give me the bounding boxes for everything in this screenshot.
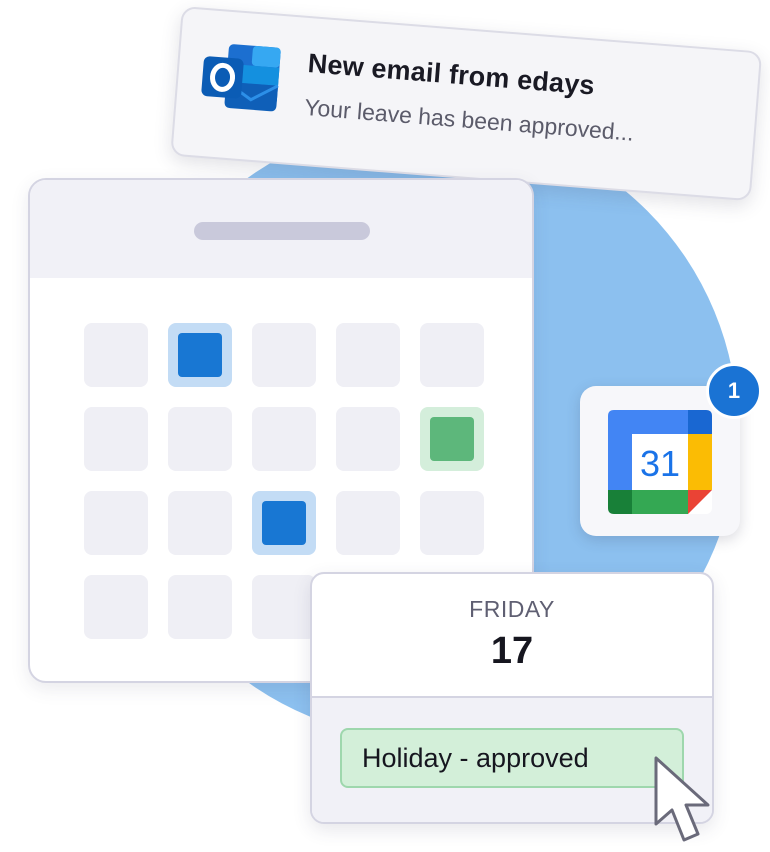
calendar-day-cell[interactable] [168,407,232,471]
calendar-day-cell[interactable] [336,491,400,555]
calendar-day-cell[interactable] [336,407,400,471]
mouse-cursor-icon [654,756,710,842]
calendar-day-cell[interactable] [84,575,148,639]
calendar-day-cell[interactable] [252,407,316,471]
calendar-day-cell-selected-green[interactable] [420,407,484,471]
leave-status-badge[interactable]: Holiday - approved [340,728,684,788]
notification-body: Your leave has been approved... [303,93,635,146]
google-calendar-day: 31 [640,443,680,484]
calendar-day-cell[interactable] [252,575,316,639]
notification-title: New email from edays [306,48,596,101]
calendar-day-cell-selected-blue[interactable] [252,491,316,555]
calendar-day-cell[interactable] [420,491,484,555]
calendar-day-cell[interactable] [84,323,148,387]
calendar-day-cell[interactable] [168,491,232,555]
calendar-day-cell[interactable] [168,575,232,639]
calendar-day-cell[interactable] [420,323,484,387]
calendar-day-cell[interactable] [252,323,316,387]
calendar-day-cell-selected-blue[interactable] [168,323,232,387]
day-weekday: FRIDAY [469,596,555,622]
notification-count-badge: 1 [706,363,762,419]
outlook-icon [201,44,281,112]
calendar-day-cell[interactable] [336,323,400,387]
day-number: 17 [490,630,534,672]
calendar-title-placeholder [194,222,370,240]
calendar-header [30,180,532,278]
calendar-day-cell[interactable] [84,491,148,555]
calendar-day-cell[interactable] [84,407,148,471]
google-calendar-icon: 31 [608,410,712,514]
